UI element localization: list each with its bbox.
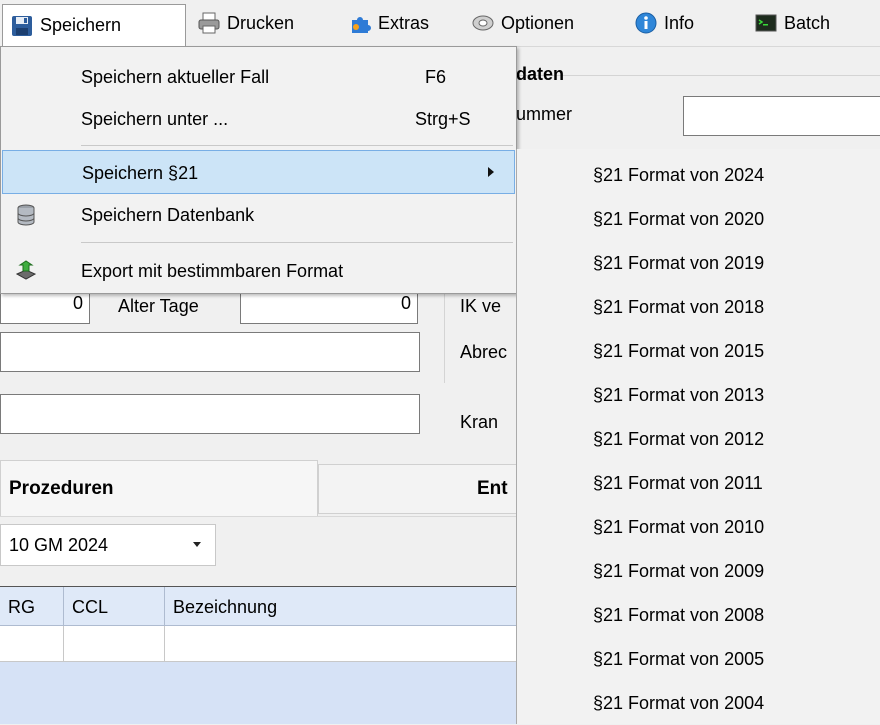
menu-item-label: Speichern aktueller Fall (81, 66, 270, 87)
menu-item-label: Export mit bestimmbaren Format (81, 260, 344, 281)
speichern-21-submenu: §21 Format von 2024 §21 Format von 2020 … (516, 149, 880, 724)
column-header[interactable]: CCL (64, 587, 165, 627)
table-header: RG CCL Bezeichnung (0, 586, 516, 627)
chevron-right-icon (488, 167, 494, 177)
submenu-item-2009[interactable]: §21 Format von 2009 (517, 549, 880, 593)
menu-item-shortcut: F6 (425, 66, 447, 87)
field-value: 0 (72, 293, 83, 313)
database-icon (15, 204, 37, 226)
submenu-item-label: §21 Format von 2010 (593, 516, 765, 537)
menu-item-label: Speichern §21 (82, 162, 199, 183)
table-cell[interactable] (0, 626, 64, 661)
label-kran: Kran (460, 412, 499, 432)
text-field[interactable] (0, 394, 420, 434)
catalog-select[interactable]: 10 GM 2024 (0, 524, 216, 566)
menu-label: Drucken (227, 12, 295, 33)
field-value: 0 (400, 293, 411, 313)
menu-optionen[interactable]: Optionen (464, 4, 582, 42)
column-header-label: CCL (72, 596, 109, 617)
submenu-item-label: §21 Format von 2008 (593, 604, 765, 625)
submenu-item-2012[interactable]: §21 Format von 2012 (517, 417, 880, 461)
tab-ent[interactable]: Ent (318, 464, 518, 514)
menu-item-export[interactable]: Export mit bestimmbaren Format (1, 249, 516, 293)
menu-label: Batch (784, 12, 831, 33)
table-row[interactable] (0, 626, 516, 662)
menu-info[interactable]: Info (627, 4, 702, 42)
submenu-item-label: §21 Format von 2024 (593, 164, 765, 185)
column-header[interactable]: Bezeichnung (165, 587, 516, 627)
label-alter-tage: Alter Tage (118, 296, 199, 316)
tab-label: Ent (477, 478, 508, 499)
submenu-item-label: §21 Format von 2013 (593, 384, 765, 405)
submenu-item-2015[interactable]: §21 Format von 2015 (517, 329, 880, 373)
menu-item-speichern-aktueller-fall[interactable]: Speichern aktueller Fall F6 (1, 55, 516, 99)
group-border (444, 283, 445, 383)
terminal-icon (755, 12, 777, 34)
tab-panel-border (0, 516, 516, 517)
submenu-item-label: §21 Format von 2004 (593, 692, 765, 713)
menu-item-label: Speichern Datenbank (81, 204, 255, 225)
menu-extras[interactable]: Extras (341, 4, 437, 42)
procedures-table: RG CCL Bezeichnung (0, 586, 516, 724)
chevron-down-icon (193, 542, 201, 547)
submenu-item-label: §21 Format von 2009 (593, 560, 765, 581)
puzzle-icon (349, 12, 371, 34)
menu-item-speichern-unter[interactable]: Speichern unter ... Strg+S (1, 97, 516, 141)
submenu-item-label: §21 Format von 2012 (593, 428, 765, 449)
submenu-item-2018[interactable]: §21 Format von 2018 (517, 285, 880, 329)
submenu-item-label: §21 Format von 2019 (593, 252, 765, 273)
label-nummer: ummer (516, 104, 573, 124)
group-border (516, 75, 880, 76)
label-ik: IK ve (460, 296, 502, 316)
menu-separator (81, 242, 513, 243)
menu-item-label: Speichern unter ... (81, 108, 229, 129)
speichern-menu: Speichern aktueller Fall F6 Speichern un… (0, 46, 517, 294)
submenu-item-2004[interactable]: §21 Format von 2004 (517, 681, 880, 725)
submenu-item-label: §21 Format von 2005 (593, 648, 765, 669)
tape-icon (472, 12, 494, 34)
menu-speichern[interactable]: Speichern (2, 4, 186, 46)
floppy-disk-icon (11, 15, 33, 37)
menu-batch[interactable]: Batch (747, 4, 838, 42)
menu-item-shortcut: Strg+S (415, 108, 471, 129)
submenu-item-label: §21 Format von 2015 (593, 340, 765, 361)
select-value: 10 GM 2024 (9, 534, 109, 555)
export-icon (15, 260, 37, 282)
info-icon (635, 12, 657, 34)
menu-label: Info (664, 12, 695, 33)
menu-separator (81, 145, 513, 146)
nummer-field[interactable] (683, 96, 880, 136)
submenu-item-2019[interactable]: §21 Format von 2019 (517, 241, 880, 285)
column-header-label: RG (8, 596, 35, 617)
menu-label: Extras (378, 12, 430, 33)
submenu-item-2024[interactable]: §21 Format von 2024 (517, 153, 880, 197)
submenu-item-2011[interactable]: §21 Format von 2011 (517, 461, 880, 505)
menu-item-speichern-datenbank[interactable]: Speichern Datenbank (1, 193, 516, 237)
submenu-item-2008[interactable]: §21 Format von 2008 (517, 593, 880, 637)
menu-label: Speichern (40, 15, 122, 35)
menu-bar: Speichern Drucken Extras Optionen Info B… (0, 0, 880, 47)
label-abrec: Abrec (460, 342, 508, 362)
submenu-item-label: §21 Format von 2018 (593, 296, 765, 317)
tab-label: Prozeduren (9, 477, 114, 499)
table-cell[interactable] (64, 626, 165, 661)
menu-drucken[interactable]: Drucken (190, 4, 302, 42)
group-title: daten (516, 64, 565, 84)
menu-item-speichern-21[interactable]: Speichern §21 (2, 150, 515, 194)
submenu-item-label: §21 Format von 2020 (593, 208, 765, 229)
text-field[interactable] (0, 332, 420, 372)
printer-icon (198, 12, 220, 34)
column-header[interactable]: RG (0, 587, 64, 627)
submenu-item-2020[interactable]: §21 Format von 2020 (517, 197, 880, 241)
submenu-item-2005[interactable]: §21 Format von 2005 (517, 637, 880, 681)
submenu-item-2010[interactable]: §21 Format von 2010 (517, 505, 880, 549)
column-header-label: Bezeichnung (173, 596, 278, 617)
menu-label: Optionen (501, 12, 575, 33)
submenu-item-label: §21 Format von 2011 (593, 472, 763, 493)
tab-prozeduren[interactable]: Prozeduren (0, 460, 318, 516)
submenu-item-2013[interactable]: §21 Format von 2013 (517, 373, 880, 417)
